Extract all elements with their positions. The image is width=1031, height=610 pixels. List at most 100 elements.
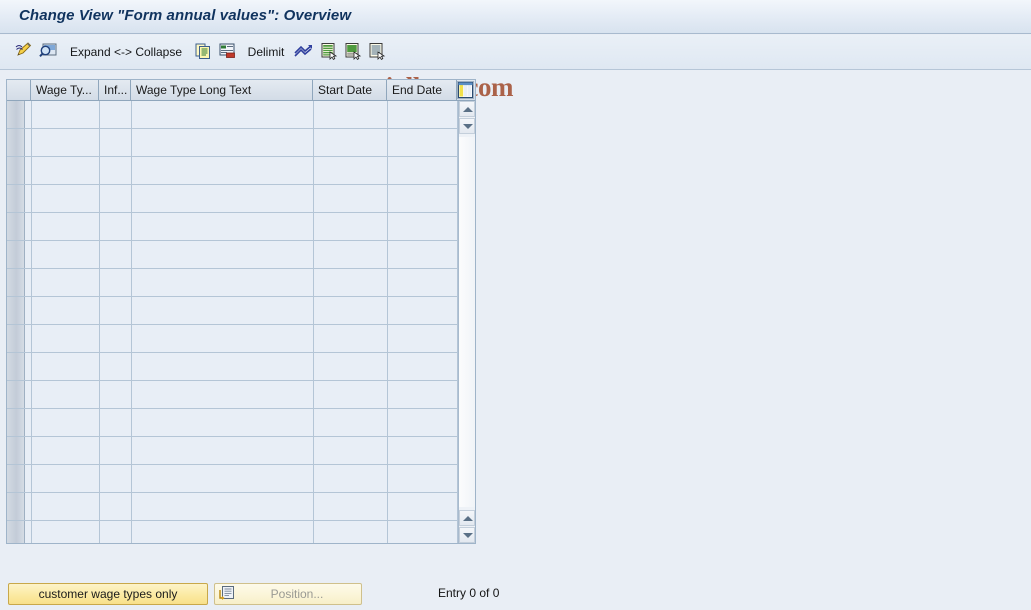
cell-divider bbox=[387, 465, 388, 492]
delimit-button[interactable]: Delimit bbox=[245, 35, 287, 69]
cell-divider bbox=[387, 409, 388, 436]
cell-divider bbox=[131, 493, 132, 520]
cell-divider bbox=[131, 101, 132, 128]
cell-divider bbox=[31, 493, 32, 520]
cell-divider bbox=[313, 157, 314, 184]
cell-divider bbox=[131, 353, 132, 380]
row-selector-cell[interactable] bbox=[7, 185, 25, 212]
table-row[interactable] bbox=[7, 381, 475, 409]
row-selector-cell[interactable] bbox=[7, 213, 25, 240]
undo-delimit-button[interactable] bbox=[292, 35, 314, 69]
cell-divider bbox=[387, 297, 388, 324]
cell-divider bbox=[313, 297, 314, 324]
window-title-bar: Change View "Form annual values": Overvi… bbox=[0, 0, 1031, 34]
table-settings-icon[interactable] bbox=[457, 81, 474, 99]
scroll-down-top-button[interactable] bbox=[459, 118, 475, 134]
table-row[interactable] bbox=[7, 437, 475, 465]
table-row[interactable] bbox=[7, 325, 475, 353]
cell-divider bbox=[313, 325, 314, 352]
select-all-button[interactable] bbox=[319, 35, 339, 69]
table-row[interactable] bbox=[7, 269, 475, 297]
table-body[interactable] bbox=[7, 101, 475, 543]
cell-divider bbox=[131, 185, 132, 212]
cell-divider bbox=[313, 493, 314, 520]
cell-divider bbox=[31, 325, 32, 352]
cell-divider bbox=[131, 521, 132, 543]
scrollbar-track[interactable] bbox=[459, 137, 475, 507]
table-row[interactable] bbox=[7, 521, 475, 543]
row-selector-cell[interactable] bbox=[7, 297, 25, 324]
cell-divider bbox=[99, 129, 100, 156]
row-selector-cell[interactable] bbox=[7, 157, 25, 184]
deselect-all-icon bbox=[368, 42, 386, 63]
row-selector-cell[interactable] bbox=[7, 437, 25, 464]
scroll-up-top-button[interactable] bbox=[459, 101, 475, 117]
cell-divider bbox=[31, 213, 32, 240]
cell-divider bbox=[99, 325, 100, 352]
cell-divider bbox=[387, 353, 388, 380]
column-header-wage-type-long-text[interactable]: Wage Type Long Text bbox=[131, 80, 313, 100]
cell-divider bbox=[131, 297, 132, 324]
cell-divider bbox=[99, 521, 100, 543]
column-header-end-date[interactable]: End Date bbox=[387, 80, 457, 100]
row-selector-cell[interactable] bbox=[7, 241, 25, 268]
cell-divider bbox=[31, 157, 32, 184]
select-block-icon bbox=[344, 42, 362, 63]
copy-as-button[interactable] bbox=[193, 35, 213, 69]
cell-divider bbox=[387, 381, 388, 408]
deselect-all-button[interactable] bbox=[367, 35, 387, 69]
cell-divider bbox=[313, 521, 314, 543]
row-selector-cell[interactable] bbox=[7, 521, 25, 543]
check-entries-button[interactable] bbox=[38, 35, 58, 69]
row-selector-cell[interactable] bbox=[7, 325, 25, 352]
page-title: Change View "Form annual values": Overvi… bbox=[19, 7, 352, 24]
row-selector-cell[interactable] bbox=[7, 353, 25, 380]
pencil-magnifier-icon bbox=[15, 41, 34, 63]
row-selector-cell[interactable] bbox=[7, 101, 25, 128]
table-row[interactable] bbox=[7, 101, 475, 129]
cell-divider bbox=[387, 493, 388, 520]
cell-divider bbox=[31, 437, 32, 464]
row-selector-cell[interactable] bbox=[7, 129, 25, 156]
table-row[interactable] bbox=[7, 185, 475, 213]
row-selector-cell[interactable] bbox=[7, 493, 25, 520]
column-header-infotype[interactable]: Inf... bbox=[99, 80, 131, 100]
scroll-down-bottom-button[interactable] bbox=[459, 527, 475, 543]
table-row[interactable] bbox=[7, 157, 475, 185]
cell-divider bbox=[387, 101, 388, 128]
row-selector-cell[interactable] bbox=[7, 409, 25, 436]
column-header-wage-type[interactable]: Wage Ty... bbox=[31, 80, 99, 100]
chevron-up-icon-2 bbox=[463, 516, 473, 521]
table-row[interactable] bbox=[7, 129, 475, 157]
table-row[interactable] bbox=[7, 241, 475, 269]
cell-divider bbox=[131, 241, 132, 268]
table-row[interactable] bbox=[7, 493, 475, 521]
scroll-up-bottom-button[interactable] bbox=[459, 510, 475, 526]
table-row[interactable] bbox=[7, 213, 475, 241]
cell-divider bbox=[99, 409, 100, 436]
delete-button[interactable] bbox=[217, 35, 237, 69]
footer-bar: customer wage types only Position... Ent… bbox=[0, 578, 1031, 610]
cell-divider bbox=[313, 101, 314, 128]
table-row[interactable] bbox=[7, 465, 475, 493]
select-all-icon bbox=[320, 42, 338, 63]
cell-divider bbox=[99, 297, 100, 324]
table-vertical-scrollbar[interactable] bbox=[458, 101, 475, 543]
row-selector-cell[interactable] bbox=[7, 269, 25, 296]
cell-divider bbox=[387, 185, 388, 212]
column-header-start-date[interactable]: Start Date bbox=[313, 80, 387, 100]
select-block-button[interactable] bbox=[343, 35, 363, 69]
chevron-down-icon-2 bbox=[463, 533, 473, 538]
position-button[interactable]: Position... bbox=[214, 583, 362, 605]
table-row[interactable] bbox=[7, 409, 475, 437]
row-selector-cell[interactable] bbox=[7, 465, 25, 492]
cell-divider bbox=[387, 325, 388, 352]
display-change-button[interactable] bbox=[14, 35, 34, 69]
expand-collapse-button[interactable]: Expand <-> Collapse bbox=[66, 35, 186, 69]
row-selector-cell[interactable] bbox=[7, 381, 25, 408]
select-all-corner-cell[interactable] bbox=[7, 80, 31, 100]
table-row[interactable] bbox=[7, 353, 475, 381]
customer-wage-types-only-button[interactable]: customer wage types only bbox=[8, 583, 208, 605]
cell-divider bbox=[99, 101, 100, 128]
table-row[interactable] bbox=[7, 297, 475, 325]
